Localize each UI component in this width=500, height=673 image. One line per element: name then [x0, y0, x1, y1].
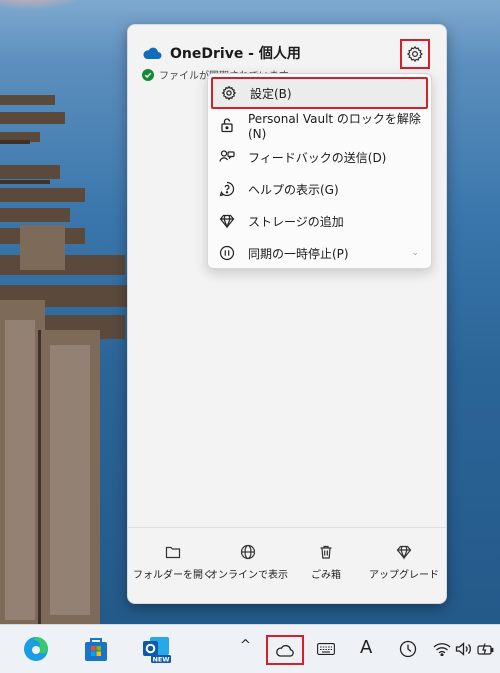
open-folder-label: フォルダーを開く	[133, 570, 213, 581]
taskbar: NEW ^ A	[0, 624, 500, 673]
menu-item-help[interactable]: ヘルプの表示(G)	[208, 173, 431, 205]
menu-item-label: Personal Vault のロックを解除(N)	[248, 111, 421, 141]
store-icon[interactable]	[80, 633, 112, 665]
ime-mode-indicator[interactable]: A	[360, 637, 372, 658]
recycle-bin-label: ごみ箱	[311, 570, 341, 581]
open-folder-button[interactable]: フォルダーを開く	[133, 544, 213, 581]
outlook-icon[interactable]: NEW	[140, 633, 172, 665]
menu-item-settings[interactable]: 設定(B)	[211, 77, 428, 109]
settings-menu: 設定(B) Personal Vault のロックを解除(N) フィードバックの…	[207, 73, 432, 269]
onedrive-cloud-icon	[276, 644, 294, 657]
edge-icon[interactable]	[20, 633, 52, 665]
chevron-down-icon: ⌄	[411, 248, 419, 258]
globe-icon	[240, 544, 256, 560]
check-circle-icon	[142, 68, 154, 81]
menu-item-label: ストレージの追加	[248, 214, 344, 229]
view-online-button[interactable]: オンラインで表示	[208, 544, 288, 581]
onedrive-title: OneDrive - 個人用	[170, 46, 301, 62]
menu-item-unlock-vault[interactable]: Personal Vault のロックを解除(N)	[208, 109, 431, 141]
upgrade-button[interactable]: アップグレード	[364, 544, 444, 581]
help-icon	[219, 181, 235, 197]
wifi-icon[interactable]	[430, 633, 454, 665]
trash-icon	[320, 545, 332, 559]
outlook-new-badge: NEW	[152, 655, 169, 663]
clock-icon[interactable]	[394, 633, 422, 665]
menu-item-label: 設定(B)	[250, 86, 292, 101]
feedback-icon	[219, 149, 235, 165]
onedrive-header: OneDrive - 個人用	[142, 43, 301, 63]
volume-icon[interactable]	[452, 633, 476, 665]
view-online-label: オンラインで表示	[208, 570, 288, 581]
folder-icon	[165, 546, 181, 559]
wooden-pier-image	[0, 95, 130, 624]
diamond-icon	[219, 213, 235, 229]
settings-gear-button[interactable]	[400, 39, 430, 69]
gear-icon	[406, 45, 423, 63]
menu-item-pause-sync[interactable]: 同期の一時停止(P) ⌄	[208, 237, 431, 269]
pause-icon	[219, 245, 235, 261]
menu-item-send-feedback[interactable]: フィードバックの送信(D)	[208, 141, 431, 173]
upgrade-label: アップグレード	[369, 570, 439, 581]
onedrive-cloud-icon	[143, 47, 162, 59]
diamond-icon	[396, 545, 412, 560]
battery-icon[interactable]	[474, 633, 498, 665]
recycle-bin-button[interactable]: ごみ箱	[286, 544, 366, 581]
lock-icon	[219, 117, 235, 133]
tray-onedrive-button[interactable]	[266, 635, 304, 665]
menu-item-label: フィードバックの送信(D)	[248, 150, 387, 165]
menu-item-label: 同期の一時停止(P)	[248, 246, 349, 261]
menu-item-label: ヘルプの表示(G)	[248, 182, 339, 197]
show-hidden-icons-button[interactable]: ^	[240, 638, 251, 653]
onedrive-footer: フォルダーを開く オンラインで表示 ごみ箱 アップグレード	[128, 527, 446, 604]
keyboard-icon[interactable]	[312, 633, 340, 665]
gear-icon	[221, 85, 237, 101]
menu-item-add-storage[interactable]: ストレージの追加	[208, 205, 431, 237]
